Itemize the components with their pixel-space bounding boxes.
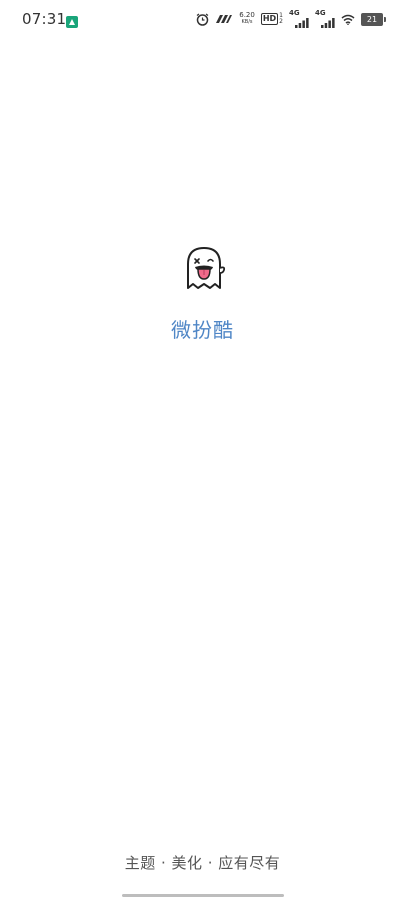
alarm-icon <box>196 10 209 28</box>
hd-label: HD <box>260 13 279 25</box>
app-name: 微扮酷 <box>171 318 234 342</box>
ghost-logo-icon <box>182 244 226 292</box>
network-speed: 6.20 KB/s <box>239 10 255 28</box>
battery-icon: 21 <box>361 10 386 28</box>
status-icons: 6.20 KB/s HD 1 2 4G 4G 21 <box>196 10 387 28</box>
signal-icon-2: 4G <box>315 10 335 28</box>
sim-indicator: 1 2 <box>279 13 283 25</box>
nfc-icon <box>215 10 233 28</box>
battery-level: 21 <box>366 14 378 24</box>
wifi-icon <box>341 10 355 28</box>
hd-indicator: HD 1 2 <box>260 10 283 28</box>
network-speed-value: 6.20 <box>239 11 255 19</box>
battery-body: 21 <box>361 12 386 26</box>
signal-icon: 4G <box>289 10 309 28</box>
home-indicator[interactable] <box>122 894 284 897</box>
sim-bottom: 2 <box>279 18 283 25</box>
app-notification-icon <box>66 13 78 28</box>
network-speed-unit: KB/s <box>241 19 253 25</box>
slogan: 主题 · 美化 · 应有尽有 <box>124 854 281 872</box>
network-type-2: 4G <box>315 9 326 17</box>
status-bar: 07:31 6.20 KB/s HD 1 2 4G 4G 21 <box>0 0 405 40</box>
network-type-1: 4G <box>289 9 300 17</box>
status-time: 07:31 <box>22 10 67 28</box>
